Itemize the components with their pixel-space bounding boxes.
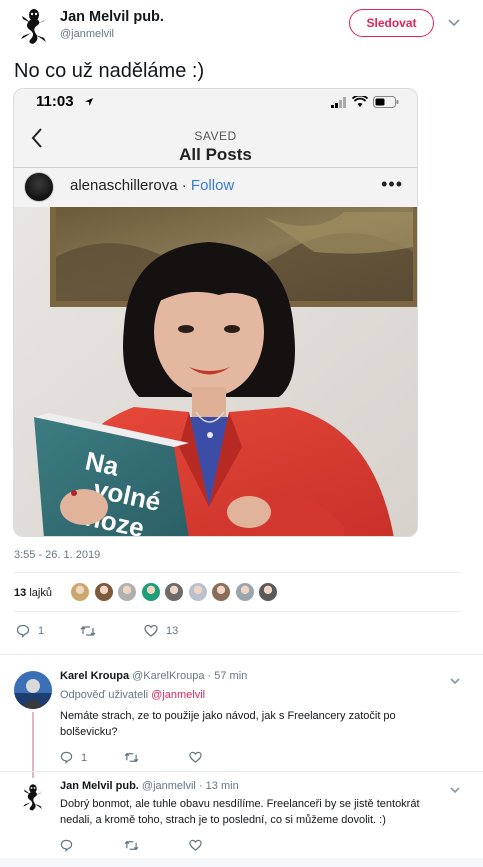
likes-label: lajků <box>29 587 52 599</box>
liker-avatar[interactable] <box>140 582 161 602</box>
phone-follow-link: Follow <box>190 177 235 194</box>
divider <box>0 771 483 772</box>
author-handle[interactable]: @janmelvil <box>60 28 114 40</box>
liker-avatar[interactable] <box>258 582 278 602</box>
divider <box>14 572 461 573</box>
like-action[interactable] <box>189 839 202 852</box>
reply-header: Karel Kroupa @KarelKroupa · 57 min <box>60 670 247 682</box>
liker-avatar[interactable] <box>164 582 184 602</box>
reply-avatar[interactable] <box>14 671 52 709</box>
reply-author-handle[interactable]: @janmelvil <box>142 780 196 792</box>
phone-photo: Na volné noze <box>14 207 417 536</box>
reply-to-prefix: Odpověď uživateli <box>60 689 149 701</box>
chevron-down-icon[interactable] <box>447 15 461 29</box>
reply-header: Jan Melvil pub. @janmelvil · 13 min <box>60 780 239 792</box>
phone-post-header: alenaschillerova · Follow ••• <box>14 167 417 207</box>
chevron-down-icon[interactable] <box>449 783 461 795</box>
reply-action[interactable]: 1 <box>60 751 87 764</box>
battery-icon <box>373 96 399 108</box>
heart-icon <box>189 839 202 851</box>
reply-icon <box>60 751 73 764</box>
retweet-icon <box>80 626 96 636</box>
reply-action[interactable] <box>60 839 73 852</box>
liker-avatar[interactable] <box>187 582 208 602</box>
reply-to-user-link[interactable]: @janmelvil <box>151 689 205 701</box>
reply-text: Dobrý bonmot, ale tuhle obavu nesdílíme.… <box>60 798 420 826</box>
phone-status-bar: 11:03 <box>14 89 417 117</box>
liker-avatar[interactable] <box>70 582 90 602</box>
lizard-logo-icon <box>23 784 43 811</box>
bottom-bar <box>0 858 483 867</box>
user-avatar-image <box>14 671 52 709</box>
reply-author-handle[interactable]: @KarelKroupa <box>132 670 204 682</box>
liker-avatar[interactable] <box>117 582 137 602</box>
heart-icon <box>144 624 158 637</box>
reply-action[interactable]: 1 <box>16 624 44 638</box>
liker-avatar[interactable] <box>234 582 255 602</box>
reply-count: 1 <box>38 625 45 637</box>
phone-title: All Posts <box>179 145 252 164</box>
reply-icon <box>60 839 73 852</box>
tweet-timestamp[interactable]: 3:55 - 26. 1. 2019 <box>14 549 100 561</box>
like-action[interactable]: 13 <box>144 624 178 638</box>
follow-button[interactable]: Sledovat <box>349 9 434 37</box>
reply-author-name[interactable]: Jan Melvil pub. <box>60 780 139 792</box>
like-count: 13 <box>166 625 179 637</box>
signal-icon <box>331 96 346 108</box>
chevron-down-icon[interactable] <box>449 674 461 686</box>
liker-avatar[interactable] <box>93 582 114 602</box>
retweet-icon <box>124 840 139 851</box>
author-avatar[interactable] <box>14 6 54 46</box>
tweet-text: No co už naděláme :) <box>14 60 205 82</box>
phone-username-line: alenaschillerova · Follow <box>70 177 234 194</box>
tweet-media[interactable]: 11:03 SAVED All Posts alenaschillerova ·… <box>13 88 418 537</box>
reply-author-name[interactable]: Karel Kroupa <box>60 670 129 682</box>
reply-avatar[interactable] <box>18 779 48 815</box>
phone-user-avatar <box>24 172 54 202</box>
retweet-action[interactable] <box>124 839 139 852</box>
reply-time[interactable]: · 13 min <box>199 780 239 792</box>
reply-icon <box>16 624 30 638</box>
retweet-icon <box>124 752 139 763</box>
likers-list <box>70 582 280 602</box>
phone-nav-header: SAVED All Posts <box>14 119 417 167</box>
heart-icon <box>189 751 202 763</box>
more-dots-icon: ••• <box>381 174 403 194</box>
location-arrow-icon <box>85 98 93 106</box>
retweet-action[interactable] <box>80 624 96 638</box>
retweet-action[interactable] <box>124 751 139 764</box>
liker-avatar[interactable] <box>211 582 231 602</box>
phone-username: alenaschillerova <box>70 177 178 194</box>
author-name[interactable]: Jan Melvil pub. <box>60 9 164 25</box>
lizard-logo-icon <box>21 9 47 44</box>
reply-count: 1 <box>81 751 88 764</box>
likes-count: 13 <box>14 587 27 599</box>
divider <box>0 654 483 655</box>
reply-to-line: Odpověď uživateli @janmelvil <box>60 689 205 701</box>
reply-text: Nemáte strach, ze to použije jako návod,… <box>60 710 396 738</box>
wifi-icon <box>352 96 368 107</box>
like-action[interactable] <box>189 751 202 764</box>
phone-time: 11:03 <box>36 93 74 110</box>
phone-saved-label: SAVED <box>194 129 237 143</box>
reply-time[interactable]: · 57 min <box>208 670 248 682</box>
phone-separator: · <box>177 177 191 194</box>
thread-connector <box>32 712 34 778</box>
divider <box>14 611 461 612</box>
woman-reading-photo: Na volné noze <box>14 207 417 536</box>
likes-summary[interactable]: 13 lajků <box>14 587 52 599</box>
